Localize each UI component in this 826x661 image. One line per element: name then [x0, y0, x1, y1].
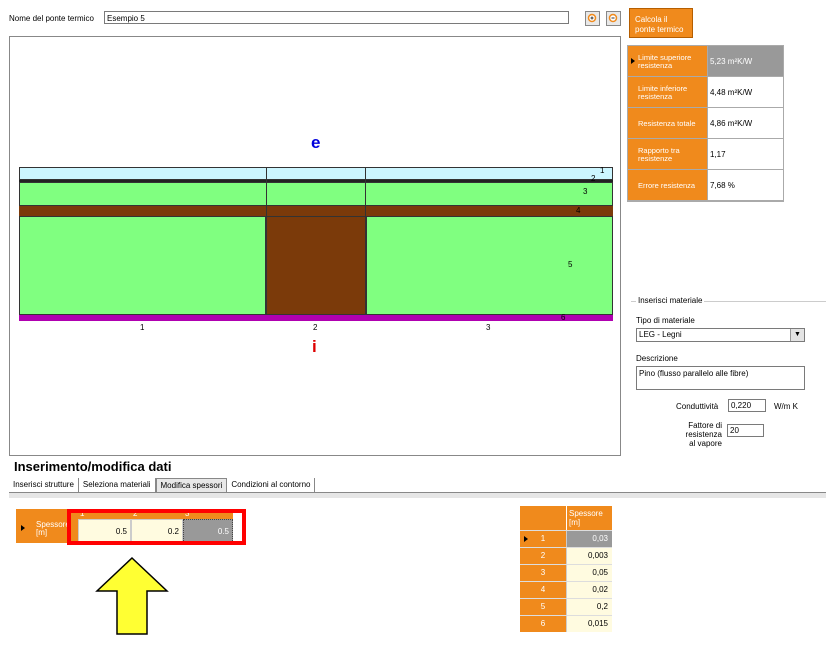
conductivity-input[interactable]: 0,220 [728, 399, 766, 412]
zoom-out-button[interactable] [606, 11, 621, 26]
result-value: 1,17 [707, 139, 783, 169]
thickness-row-value[interactable]: 0,03 [566, 531, 612, 547]
layer-number-3: 3 [583, 187, 588, 196]
bridge-name-label: Nome del ponte termico [9, 14, 94, 23]
up-arrow-icon [95, 556, 169, 635]
vapor-resistance-label: Fattore di resistenza al vapore [650, 421, 722, 448]
thickness-row-number: 5 [520, 599, 566, 615]
layer-5-section-2-wood[interactable] [266, 216, 366, 315]
row-pointer-icon [524, 536, 528, 542]
thickness-table-header: Spessore [m] [567, 506, 612, 530]
layer-number-4: 4 [576, 206, 581, 215]
highlight-box [67, 509, 246, 545]
result-label: Errore resistenza [628, 170, 707, 200]
thickness-row-number: 3 [520, 565, 566, 581]
bridge-name-input[interactable]: Esempio 5 [104, 11, 569, 24]
result-row[interactable]: Errore resistenza 7,68 % [628, 170, 783, 201]
drawing-canvas[interactable]: e i 1 2 3 4 5 6 1 2 3 [9, 36, 621, 456]
result-row[interactable]: Rapporto tra resistenze 1,17 [628, 139, 783, 170]
zoom-in-icon [587, 13, 597, 23]
vapor-label-line2: al vapore [689, 439, 722, 448]
thickness-row-number: 6 [520, 616, 566, 632]
layer-3[interactable] [19, 182, 613, 206]
section-divider-1 [266, 167, 267, 216]
layer-4[interactable] [19, 206, 613, 216]
tab-1[interactable]: Inserisci strutture [9, 478, 79, 492]
thickness-row[interactable]: 5 0,2 [520, 598, 612, 615]
zoom-out-icon [608, 13, 618, 23]
result-row[interactable]: Limite inferiore resistenza 4,48 m²K/W [628, 77, 783, 108]
material-type-label: Tipo di materiale [636, 316, 695, 325]
layer-number-5: 5 [568, 260, 573, 269]
thickness-row-value[interactable]: 0,015 [566, 616, 612, 632]
layer-number-6: 6 [561, 313, 566, 322]
row-pointer-icon [21, 525, 25, 531]
thickness-table-corner [520, 506, 567, 530]
result-value: 4,86 m²K/W [707, 108, 783, 138]
chevron-down-icon[interactable]: ▼ [790, 329, 804, 341]
result-label: Limite superiore resistenza [628, 46, 707, 76]
material-type-select[interactable]: LEG - Legni ▼ [636, 328, 805, 342]
layer-6[interactable] [19, 315, 613, 321]
section-title: Inserimento/modifica dati [14, 459, 172, 474]
thickness-row-value[interactable]: 0,003 [566, 548, 612, 564]
result-label: Rapporto tra resistenze [628, 139, 707, 169]
vapor-label-line1: Fattore di resistenza [685, 421, 722, 439]
section-number-1: 1 [140, 323, 145, 332]
thickness-row-value[interactable]: 0,2 [566, 599, 612, 615]
thickness-row-number: 2 [520, 548, 566, 564]
result-value: 5,23 m²K/W [707, 46, 783, 76]
thickness-row[interactable]: 6 0,015 [520, 615, 612, 632]
result-value: 4,48 m²K/W [707, 77, 783, 107]
calculate-bridge-button[interactable]: Calcola il ponte termico [629, 8, 693, 38]
row-pointer-icon [631, 58, 635, 64]
section-divider-2 [365, 167, 366, 216]
layer-number-2: 2 [591, 174, 596, 183]
material-panel-title: Inserisci materiale [636, 296, 705, 305]
layer-5-section-3[interactable] [366, 216, 613, 315]
description-field[interactable]: Pino (flusso parallelo alle fibre) [636, 366, 805, 390]
thickness-row[interactable]: 2 0,003 [520, 547, 612, 564]
result-label: Resistenza totale [628, 108, 707, 138]
thickness-row-value[interactable]: 0,05 [566, 565, 612, 581]
thickness-row-number: 4 [520, 582, 566, 598]
section-number-3: 3 [486, 323, 491, 332]
data-tabs: Inserisci strutture Seleziona materiali Mo… [9, 478, 316, 492]
layer-thickness-table[interactable]: Spessore [m] 1 0,03 2 0,003 3 0,05 4 0,02 5 0,2 6 0,… [520, 506, 612, 632]
results-table: Limite superiore resistenza 5,23 m²K/W Lim… [627, 45, 784, 202]
result-row[interactable]: Resistenza totale 4,86 m²K/W [628, 108, 783, 139]
vapor-resistance-input[interactable]: 20 [727, 424, 764, 437]
thickness-row-value[interactable]: 0,02 [566, 582, 612, 598]
tab-2[interactable]: Seleziona materiali [78, 478, 156, 492]
material-type-value: LEG - Legni [639, 330, 682, 339]
thickness-row[interactable]: 4 0,02 [520, 581, 612, 598]
tab-3[interactable]: Modifica spessori [155, 478, 228, 492]
calculate-label-line1: Calcola il [635, 15, 668, 24]
exterior-label: e [311, 133, 321, 152]
result-label: Limite inferiore resistenza [628, 77, 707, 107]
zoom-in-button[interactable] [585, 11, 600, 26]
thickness-row[interactable]: 3 0,05 [520, 564, 612, 581]
section-number-2: 2 [313, 323, 318, 332]
calculate-label-line2: ponte termico [635, 25, 684, 34]
layer-number-1: 1 [600, 166, 605, 175]
conductivity-unit: W/m K [774, 402, 798, 411]
tab-4[interactable]: Condizioni al contorno [227, 478, 316, 492]
interior-label: i [312, 337, 317, 356]
description-label: Descrizione [636, 354, 678, 363]
conductivity-label: Conduttività [676, 402, 719, 411]
result-row[interactable]: Limite superiore resistenza 5,23 m²K/W [628, 46, 783, 77]
layer-5-section-1[interactable] [19, 216, 266, 315]
thickness-row[interactable]: 1 0,03 [520, 530, 612, 547]
result-value: 7,68 % [707, 170, 783, 200]
layer-1[interactable] [19, 167, 613, 180]
